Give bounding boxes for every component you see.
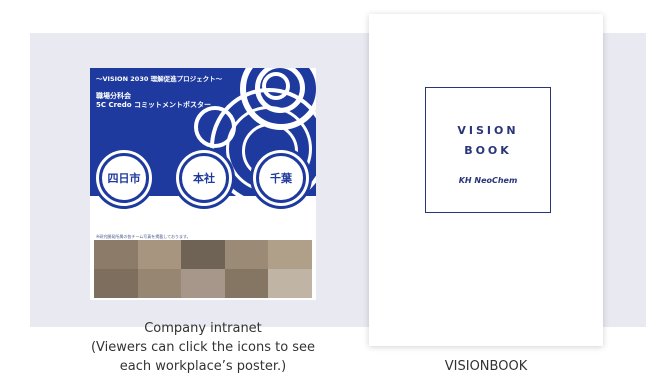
decor-ring bbox=[194, 106, 236, 148]
poster-project-title: ～VISION 2030 理解促進プロジェクト～ bbox=[96, 75, 223, 83]
team-photo bbox=[137, 240, 182, 269]
team-photo bbox=[94, 269, 138, 298]
intranet-caption: Company intranet (Viewers can click the … bbox=[60, 319, 346, 376]
workplace-icon-yokkaichi[interactable]: 四日市 bbox=[99, 153, 149, 203]
team-photos bbox=[94, 240, 312, 298]
team-photo bbox=[224, 269, 269, 298]
caption-line: (Viewers can click the icons to see bbox=[90, 340, 316, 355]
book-title-book: BOOK bbox=[464, 144, 512, 157]
photo-row bbox=[94, 240, 312, 269]
team-photo bbox=[94, 240, 138, 269]
caption-line: each workplace’s poster.) bbox=[119, 359, 287, 374]
workplace-icon-head-office[interactable]: 本社 bbox=[179, 153, 229, 203]
workplace-label: 四日市 bbox=[107, 172, 141, 185]
team-photo bbox=[181, 240, 225, 269]
workplace-icon-chiba[interactable]: 千葉 bbox=[256, 153, 306, 203]
vision-book-cover: VISION BOOK KH NeoChem bbox=[369, 14, 603, 346]
team-photo bbox=[181, 269, 225, 298]
workplace-label: 千葉 bbox=[270, 172, 292, 185]
team-photo bbox=[224, 240, 269, 269]
book-title-vision: VISION bbox=[457, 124, 519, 137]
photo-row bbox=[94, 269, 312, 298]
workplace-label: 本社 bbox=[193, 172, 215, 185]
book-title-frame: VISION BOOK KH NeoChem bbox=[425, 87, 551, 213]
team-photo bbox=[268, 269, 312, 298]
company-logo: KH NeoChem bbox=[458, 176, 518, 185]
team-photo bbox=[137, 269, 182, 298]
intranet-poster: ～VISION 2030 理解促進プロジェクト～ 職場分科会 5C Credo … bbox=[90, 68, 316, 300]
caption-line: Company intranet bbox=[144, 321, 262, 336]
poster-title: 5C Credo コミットメントポスター bbox=[96, 101, 212, 109]
visionbook-caption: VISIONBOOK bbox=[444, 359, 528, 374]
team-photo bbox=[268, 240, 312, 269]
